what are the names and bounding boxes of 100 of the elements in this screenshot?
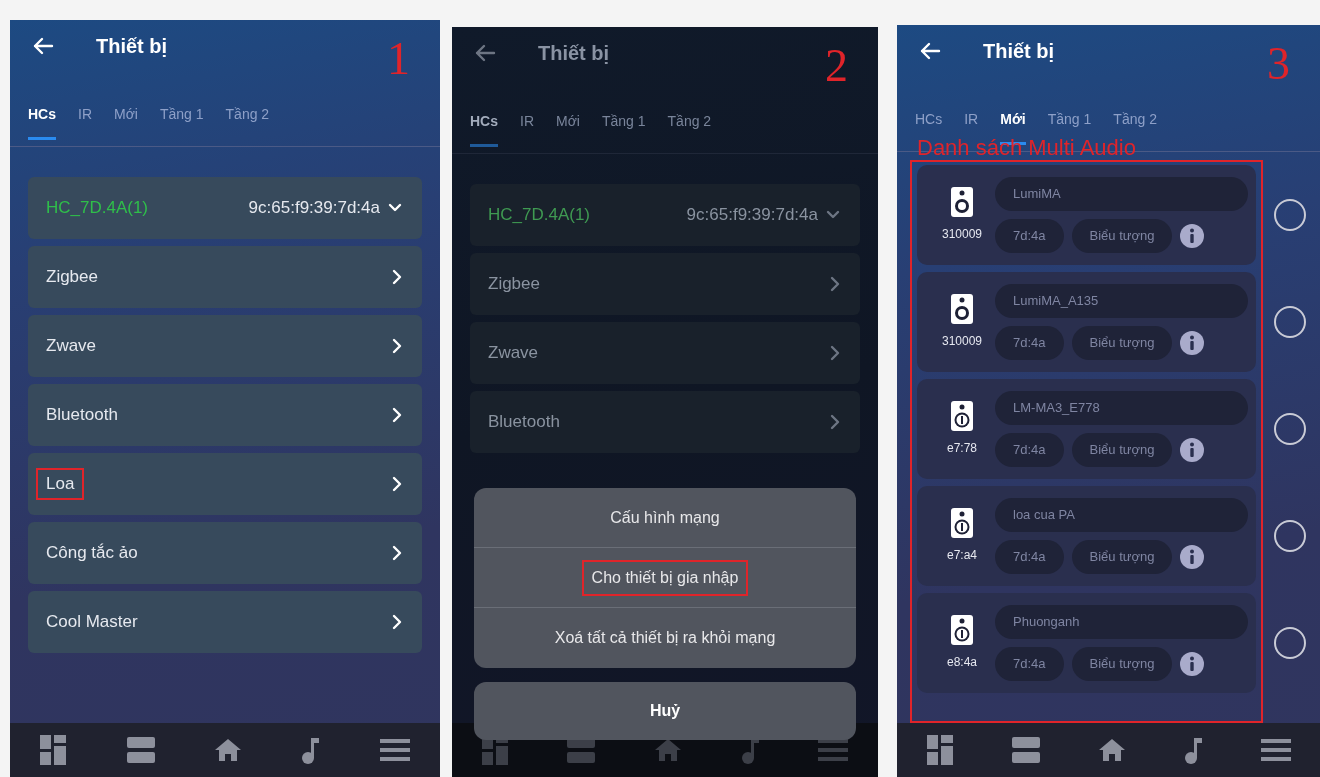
list-item[interactable]: Loa — [28, 453, 422, 515]
menu-icon[interactable] — [1260, 739, 1291, 761]
radio-button[interactable] — [1274, 520, 1306, 552]
radio-button[interactable] — [1274, 413, 1306, 445]
list-item[interactable]: Bluetooth — [28, 384, 422, 446]
tab[interactable]: Mới — [556, 93, 580, 147]
device-code: e8:4a — [947, 654, 977, 671]
chevron-down-icon — [388, 203, 402, 213]
icon-picker[interactable]: Biểu tượng — [1071, 647, 1173, 681]
hc-row[interactable]: HC_7D.4A(1) 9c:65:f9:39:7d:4a — [28, 177, 422, 239]
tab[interactable]: HCs — [28, 86, 56, 140]
list-item[interactable]: Công tắc ảo — [28, 522, 422, 584]
item-label: Zigbee — [488, 273, 540, 296]
icon-picker[interactable]: Biểu tượng — [1071, 540, 1173, 574]
tab[interactable]: Tầng 1 — [159, 86, 204, 140]
speaker-icon — [951, 401, 973, 431]
name-field[interactable]: LumiMA_A135 — [995, 284, 1248, 318]
screen-title: Thiết bị — [96, 34, 168, 59]
item-label: Bluetooth — [46, 404, 118, 427]
info-icon[interactable] — [1180, 224, 1205, 248]
radio-button[interactable] — [1274, 199, 1306, 231]
chevron-right-icon — [392, 545, 402, 561]
icon-picker[interactable]: Biểu tượng — [1071, 433, 1173, 467]
tab[interactable]: Mới — [114, 86, 138, 140]
tab[interactable]: Tầng 2 — [225, 86, 270, 140]
device-code: 310009 — [941, 226, 982, 243]
name-field[interactable]: LumiMA — [995, 177, 1248, 211]
home-icon[interactable] — [1098, 739, 1125, 761]
sheet-option[interactable]: Cấu hình mạng — [474, 488, 856, 548]
item-label: Zwave — [46, 335, 97, 358]
name-field[interactable]: LM-MA3_E778 — [995, 391, 1248, 425]
mac-field[interactable]: 7d:4a — [995, 219, 1064, 253]
home-icon[interactable] — [655, 739, 681, 761]
list-item[interactable]: Zwave — [470, 322, 860, 384]
sheet-option[interactable]: Cho thiết bị gia nhập — [474, 548, 856, 608]
item-label: Loa — [36, 467, 85, 501]
name-field[interactable]: Phuonganh — [995, 605, 1248, 639]
radio-button[interactable] — [1274, 627, 1306, 659]
speaker-icon — [951, 615, 973, 645]
radio-button[interactable] — [1274, 306, 1306, 338]
hc-name: HC_7D.4A(1) — [46, 197, 149, 220]
tab[interactable]: HCs — [470, 93, 498, 147]
back-arrow-icon[interactable] — [474, 43, 496, 63]
mac-field[interactable]: 7d:4a — [995, 647, 1064, 681]
menu-icon[interactable] — [818, 739, 849, 761]
speaker-icon — [951, 294, 973, 324]
info-icon[interactable] — [1180, 331, 1205, 355]
list-item[interactable]: Zwave — [28, 315, 422, 377]
icon-picker[interactable]: Biểu tượng — [1071, 326, 1173, 360]
dashboard-icon[interactable] — [926, 735, 953, 765]
music-note-icon[interactable] — [1183, 736, 1202, 764]
list-item[interactable]: Zigbee — [470, 253, 860, 315]
name-field[interactable]: loa cua PA — [995, 498, 1248, 532]
info-icon[interactable] — [1180, 652, 1205, 676]
chevron-right-icon — [392, 338, 402, 354]
annotation-number: 1 — [387, 36, 410, 82]
mac-field[interactable]: 7d:4a — [995, 326, 1064, 360]
chevron-down-icon — [826, 210, 840, 220]
chevron-right-icon — [830, 345, 840, 361]
annotation-number: 3 — [1267, 41, 1290, 87]
mac-field[interactable]: 7d:4a — [995, 540, 1064, 574]
music-note-icon[interactable] — [301, 736, 320, 764]
item-label: Cool Master — [46, 611, 138, 634]
annotation-number: 2 — [825, 43, 848, 89]
list-item[interactable]: Zigbee — [28, 246, 422, 308]
list-item[interactable]: Bluetooth — [470, 391, 860, 453]
speaker-icon — [951, 508, 973, 538]
hc-row[interactable]: HC_7D.4A(1) 9c:65:f9:39:7d:4a — [470, 184, 860, 246]
screen-title: Thiết bị — [983, 39, 1055, 64]
mac-address: 9c:65:f9:39:7d:4a — [686, 204, 818, 227]
cancel-button[interactable]: Huỷ — [474, 682, 856, 740]
icon-picker[interactable]: Biểu tượng — [1071, 219, 1173, 253]
chevron-right-icon — [830, 414, 840, 430]
device-code: e7:78 — [947, 440, 977, 457]
list-icon[interactable] — [126, 737, 155, 763]
list-icon[interactable] — [1011, 737, 1040, 763]
list-item[interactable]: Cool Master — [28, 591, 422, 653]
item-label: Zwave — [488, 342, 539, 365]
chevron-right-icon — [392, 614, 402, 630]
mac-address: 9c:65:f9:39:7d:4a — [248, 197, 380, 220]
screen-title: Thiết bị — [538, 41, 610, 66]
device-code: 310009 — [941, 333, 982, 350]
mac-field[interactable]: 7d:4a — [995, 433, 1064, 467]
info-icon[interactable] — [1180, 438, 1205, 462]
tab[interactable]: Tầng 1 — [601, 93, 646, 147]
device-code: e7:a4 — [947, 547, 977, 564]
item-label: Công tắc ảo — [46, 542, 138, 565]
item-label: Bluetooth — [488, 411, 560, 434]
item-label: Zigbee — [46, 266, 98, 289]
menu-icon[interactable] — [379, 739, 410, 761]
sheet-option[interactable]: Xoá tất cả thiết bị ra khỏi mạng — [474, 608, 856, 668]
info-icon[interactable] — [1180, 545, 1205, 569]
dashboard-icon[interactable] — [40, 735, 67, 765]
tab[interactable]: IR — [520, 93, 534, 147]
chevron-right-icon — [830, 276, 840, 292]
chevron-right-icon — [392, 269, 402, 285]
tab[interactable]: Tầng 2 — [667, 93, 712, 147]
tab[interactable]: IR — [78, 86, 92, 140]
hc-name: HC_7D.4A(1) — [488, 204, 591, 227]
home-icon[interactable] — [214, 739, 241, 761]
